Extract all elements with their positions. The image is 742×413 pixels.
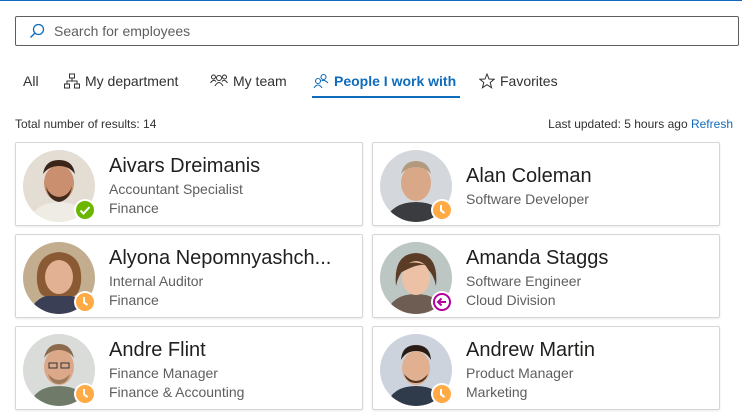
person-department: Cloud Division	[466, 292, 556, 308]
people-team-icon	[210, 74, 228, 86]
tab-my-department-label: My department	[85, 72, 179, 89]
person-name: Alan Coleman	[466, 165, 592, 187]
org-chart-icon	[64, 73, 80, 88]
tab-my-department[interactable]: My department	[64, 64, 178, 97]
person-name: Alyona Nepomnyashch...	[109, 247, 332, 269]
results-count: Total number of results: 14	[15, 117, 157, 131]
person-card[interactable]: Amanda Staggs Software Engineer Cloud Di…	[372, 234, 720, 318]
person-title: Software Developer	[466, 191, 589, 207]
person-department: Finance	[109, 200, 159, 216]
refresh-link[interactable]: Refresh	[691, 117, 733, 131]
presence-available-icon	[74, 199, 96, 221]
search-input[interactable]	[52, 22, 716, 40]
person-name: Andre Flint	[109, 339, 206, 361]
tab-people-i-work-with-label: People I work with	[334, 72, 457, 89]
top-accent-line	[0, 0, 742, 1]
person-title: Internal Auditor	[109, 273, 204, 289]
person-title: Software Engineer	[466, 273, 582, 289]
person-department: Finance & Accounting	[109, 384, 245, 400]
presence-away-icon	[74, 383, 96, 405]
presence-out-of-office-icon	[431, 291, 453, 313]
tab-favorites-label: Favorites	[500, 72, 558, 89]
tab-all[interactable]: All	[23, 64, 39, 97]
tab-my-team[interactable]: My team	[210, 64, 287, 97]
person-title: Accountant Specialist	[109, 181, 243, 197]
person-card[interactable]: Alyona Nepomnyashch... Internal Auditor …	[15, 234, 363, 318]
person-department: Finance	[109, 292, 159, 308]
person-card[interactable]: Aivars Dreimanis Accountant Specialist F…	[15, 142, 363, 226]
person-card[interactable]: Andrew Martin Product Manager Marketing	[372, 326, 720, 410]
person-name: Andrew Martin	[466, 339, 595, 361]
person-title: Finance Manager	[109, 365, 218, 381]
person-card[interactable]: Andre Flint Finance Manager Finance & Ac…	[15, 326, 363, 410]
star-icon	[479, 72, 495, 89]
presence-away-icon	[74, 291, 96, 313]
presence-away-icon	[431, 199, 453, 221]
person-title: Product Manager	[466, 365, 574, 381]
person-card[interactable]: Alan Coleman Software Developer	[372, 142, 720, 226]
presence-away-icon	[431, 383, 453, 405]
tab-my-team-label: My team	[233, 72, 287, 89]
people-connection-icon	[313, 73, 329, 88]
search-icon	[30, 23, 45, 38]
search-box[interactable]	[15, 16, 739, 46]
person-name: Aivars Dreimanis	[109, 155, 261, 177]
last-updated-text: Last updated: 5 hours ago	[548, 117, 688, 131]
tab-all-label: All	[23, 72, 39, 89]
tab-favorites[interactable]: Favorites	[479, 64, 558, 97]
person-name: Amanda Staggs	[466, 247, 609, 269]
tab-people-i-work-with[interactable]: People I work with	[311, 64, 461, 98]
person-department: Marketing	[466, 384, 528, 400]
last-updated: Last updated: 5 hours ago Refresh	[548, 117, 733, 131]
